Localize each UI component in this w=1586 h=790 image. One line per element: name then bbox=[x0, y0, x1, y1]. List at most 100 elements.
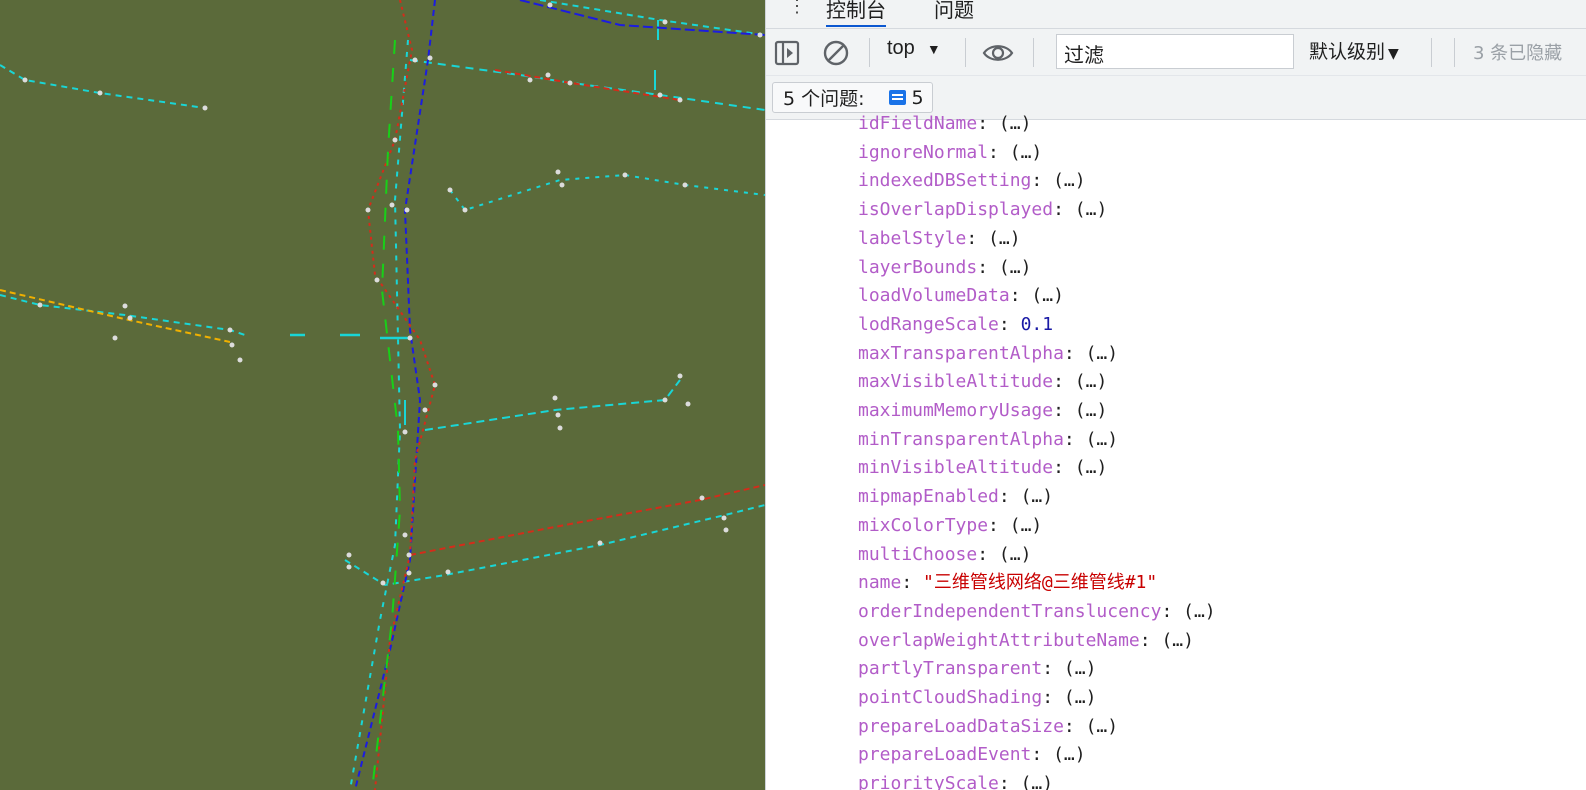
caret-down-icon: ▼ bbox=[1388, 46, 1399, 62]
property-row[interactable]: maxTransparentAlpha: (…) bbox=[858, 343, 1118, 365]
pipeline-network-canvas[interactable] bbox=[0, 0, 765, 790]
collapsed-getter-value[interactable]: (…) bbox=[1010, 515, 1043, 536]
property-colon: : bbox=[998, 773, 1021, 790]
collapsed-getter-value[interactable]: (…) bbox=[999, 544, 1032, 565]
property-key: maxVisibleAltitude bbox=[858, 371, 1054, 393]
property-key: loadVolumeData bbox=[858, 285, 1010, 307]
collapsed-getter-value[interactable]: (…) bbox=[1086, 429, 1119, 450]
property-row[interactable]: overlapWeightAttributeName: (…) bbox=[858, 630, 1194, 652]
collapsed-getter-value[interactable]: (…) bbox=[1021, 486, 1054, 507]
property-row[interactable]: prepareLoadDataSize: (…) bbox=[858, 716, 1118, 738]
property-value: 0.1 bbox=[1020, 313, 1054, 335]
property-colon: : bbox=[1031, 170, 1054, 192]
property-colon: : bbox=[901, 572, 924, 594]
property-colon: : bbox=[977, 543, 999, 565]
property-row[interactable]: layerBounds: (…) bbox=[858, 257, 1031, 279]
collapsed-getter-value[interactable]: (…) bbox=[1053, 170, 1086, 191]
collapsed-getter-value[interactable]: (…) bbox=[1064, 687, 1097, 708]
property-key: minVisibleAltitude bbox=[858, 457, 1054, 479]
collapsed-getter-value[interactable]: (…) bbox=[1021, 773, 1054, 790]
property-key: prepareLoadDataSize bbox=[858, 715, 1064, 737]
property-key: name bbox=[858, 572, 902, 594]
collapsed-getter-value[interactable]: (…) bbox=[1161, 630, 1194, 651]
collapsed-getter-value[interactable]: (…) bbox=[1075, 199, 1108, 220]
devtools-tab-bar: ⋮ 控制台 问题 bbox=[766, 0, 1586, 29]
property-row[interactable]: orderIndependentTranslucency: (…) bbox=[858, 601, 1216, 623]
property-row[interactable]: priorityScale: (…) bbox=[858, 773, 1053, 790]
property-row[interactable]: isOverlapDisplayed: (…) bbox=[858, 199, 1107, 221]
issues-count: 5 bbox=[911, 86, 924, 109]
toolbar-divider bbox=[1454, 38, 1455, 67]
collapsed-getter-value[interactable]: (…) bbox=[999, 113, 1032, 134]
property-row[interactable]: mipmapEnabled: (…) bbox=[858, 486, 1053, 508]
property-colon: : bbox=[1063, 428, 1086, 450]
property-row[interactable]: pointCloudShading: (…) bbox=[858, 687, 1096, 709]
property-row[interactable]: labelStyle: (…) bbox=[858, 228, 1021, 250]
property-key: partlyTransparent bbox=[858, 658, 1043, 680]
collapsed-getter-value[interactable]: (…) bbox=[1064, 658, 1097, 679]
property-key: ignoreNormal bbox=[858, 141, 989, 163]
property-row[interactable]: lodRangeScale: 0.1 bbox=[858, 314, 1053, 336]
collapsed-getter-value[interactable]: (…) bbox=[1053, 744, 1086, 765]
message-icon bbox=[888, 90, 906, 105]
log-level-label: 默认级别 bbox=[1309, 41, 1386, 63]
property-row[interactable]: indexedDBSetting: (…) bbox=[858, 170, 1086, 192]
clear-console-icon[interactable] bbox=[820, 37, 852, 69]
collapsed-getter-value[interactable]: (…) bbox=[1010, 142, 1043, 163]
property-row[interactable]: ignoreNormal: (…) bbox=[858, 142, 1042, 164]
collapsed-getter-value[interactable]: (…) bbox=[1075, 457, 1108, 478]
toolbar-divider bbox=[1431, 38, 1432, 67]
chevron-down-icon: ▼ bbox=[926, 41, 941, 57]
property-row[interactable]: loadVolumeData: (…) bbox=[858, 285, 1064, 307]
issues-button[interactable]: 5 个问题: 5 bbox=[772, 82, 933, 113]
property-colon: : bbox=[966, 227, 989, 249]
collapsed-getter-value[interactable]: (…) bbox=[1075, 371, 1108, 392]
property-key: orderIndependentTranslucency bbox=[858, 600, 1162, 622]
hidden-messages-count: 3 条已隐藏 bbox=[1473, 43, 1563, 64]
property-row[interactable]: maximumMemoryUsage: (…) bbox=[858, 400, 1107, 422]
property-key: maximumMemoryUsage bbox=[858, 400, 1054, 421]
property-colon: : bbox=[1063, 342, 1086, 364]
context-label: top bbox=[887, 37, 915, 59]
property-key: idFieldName bbox=[858, 113, 978, 134]
property-row[interactable]: partlyTransparent: (…) bbox=[858, 658, 1096, 680]
collapsed-getter-value[interactable]: (…) bbox=[999, 257, 1032, 278]
log-level-dropdown[interactable]: 默认级别 ▼ bbox=[1309, 37, 1399, 64]
tab-issues[interactable]: 问题 bbox=[934, 0, 974, 23]
property-key: pointCloudShading bbox=[858, 687, 1043, 708]
property-key: overlapWeightAttributeName bbox=[858, 629, 1140, 651]
property-row[interactable]: multiChoose: (…) bbox=[858, 544, 1031, 566]
filter-input[interactable]: 过滤 bbox=[1056, 34, 1294, 69]
property-key: lodRangeScale bbox=[858, 313, 999, 335]
property-colon: : bbox=[998, 486, 1021, 508]
map-3d-viewport[interactable] bbox=[0, 0, 765, 790]
property-row[interactable]: prepareLoadEvent: (…) bbox=[858, 744, 1086, 766]
property-colon: : bbox=[977, 113, 999, 134]
property-key: minTransparentAlpha bbox=[858, 428, 1064, 450]
property-colon: : bbox=[1031, 744, 1054, 766]
live-expression-eye-icon[interactable] bbox=[982, 37, 1014, 69]
collapsed-getter-value[interactable]: (…) bbox=[1031, 285, 1064, 306]
property-row[interactable]: name: "三维管线网络@三维管线#1" bbox=[858, 572, 1157, 594]
property-colon: : bbox=[998, 313, 1021, 335]
property-key: mixColorType bbox=[858, 514, 989, 536]
collapsed-getter-value[interactable]: (…) bbox=[1075, 400, 1108, 421]
property-row[interactable]: maxVisibleAltitude: (…) bbox=[858, 371, 1107, 393]
sidebar-toggle-icon[interactable] bbox=[771, 37, 803, 69]
property-row[interactable]: mixColorType: (…) bbox=[858, 515, 1042, 537]
console-toolbar: top ▼ 过滤 默认级别 ▼ 3 条已隐藏 bbox=[766, 29, 1586, 76]
collapsed-getter-value[interactable]: (…) bbox=[988, 228, 1021, 249]
property-row[interactable]: minVisibleAltitude: (…) bbox=[858, 457, 1107, 479]
collapsed-getter-value[interactable]: (…) bbox=[1183, 601, 1216, 622]
property-key: indexedDBSetting bbox=[858, 170, 1032, 192]
more-options-icon[interactable]: ⋮ bbox=[788, 0, 806, 17]
property-row[interactable]: minTransparentAlpha: (…) bbox=[858, 429, 1118, 451]
property-colon: : bbox=[1042, 658, 1064, 680]
property-colon: : bbox=[1009, 285, 1032, 307]
property-key: isOverlapDisplayed bbox=[858, 199, 1054, 221]
property-row[interactable]: idFieldName: (…) bbox=[858, 113, 1031, 135]
context-selector[interactable]: top ▼ bbox=[887, 37, 941, 60]
collapsed-getter-value[interactable]: (…) bbox=[1086, 343, 1119, 364]
collapsed-getter-value[interactable]: (…) bbox=[1086, 716, 1119, 737]
tab-console[interactable]: 控制台 bbox=[826, 0, 886, 27]
